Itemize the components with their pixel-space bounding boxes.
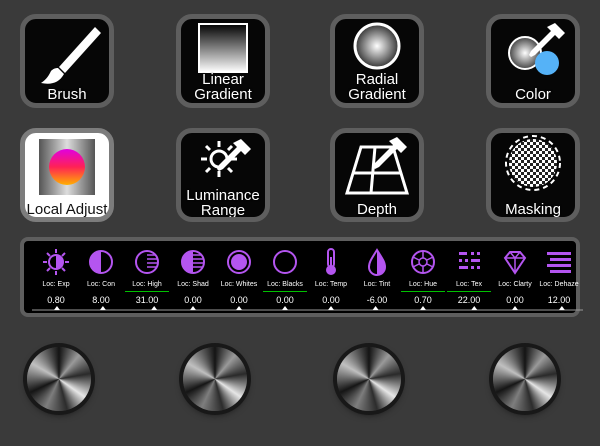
param-value: 31.00 bbox=[135, 295, 159, 305]
tool-label: Luminance Range bbox=[186, 187, 260, 219]
slider-thumb[interactable] bbox=[512, 306, 518, 310]
blacks-icon bbox=[273, 250, 297, 274]
param-loc-con[interactable]: Loc: Con 8.00 bbox=[77, 241, 125, 313]
diamond-icon bbox=[503, 251, 527, 275]
param-label: Loc: Dehaze bbox=[539, 281, 579, 288]
param-slider[interactable] bbox=[353, 306, 401, 311]
param-value: 0.00 bbox=[230, 295, 248, 305]
param-loc-dehaze[interactable]: Loc: Dehaze 12.00 bbox=[535, 241, 583, 313]
param-loc-whites[interactable]: Loc: Whites 0.00 bbox=[215, 241, 263, 313]
param-slider[interactable] bbox=[307, 306, 355, 311]
tool-label: Color Range bbox=[511, 86, 555, 103]
shadows-icon bbox=[181, 250, 205, 274]
param-slider[interactable] bbox=[535, 306, 583, 311]
contrast-icon bbox=[89, 250, 113, 274]
param-value: 0.00 bbox=[276, 295, 294, 305]
param-slider[interactable] bbox=[215, 306, 263, 311]
param-slider[interactable] bbox=[123, 306, 171, 311]
tool-label: Linear Gradient bbox=[194, 71, 252, 103]
local-adjust-parameter-strip: Loc: Exp 0.80 Loc: Con 8.00 Loc: High 31… bbox=[20, 237, 583, 317]
tool-local-adjust[interactable]: Local Adjust bbox=[20, 128, 114, 222]
param-value: 0.00 bbox=[184, 295, 202, 305]
tool-label: Brush bbox=[47, 86, 87, 103]
droplet-icon bbox=[367, 248, 387, 276]
selection-bar bbox=[263, 291, 307, 292]
exposure-icon bbox=[43, 249, 69, 275]
param-slider[interactable] bbox=[169, 306, 217, 311]
slider-thumb[interactable] bbox=[420, 306, 426, 310]
tool-luminance-range[interactable]: Luminance Range bbox=[176, 128, 270, 222]
slider-thumb[interactable] bbox=[236, 306, 242, 310]
param-value: -6.00 bbox=[366, 295, 388, 305]
param-slider[interactable] bbox=[491, 306, 539, 311]
rotary-knob-3[interactable] bbox=[337, 347, 401, 411]
tool-masking[interactable]: Masking bbox=[486, 128, 580, 222]
slider-thumb[interactable] bbox=[99, 306, 106, 310]
slider-thumb[interactable] bbox=[471, 306, 478, 310]
rotary-knob-4[interactable] bbox=[493, 347, 557, 411]
color-wheel-icon bbox=[411, 250, 435, 274]
slider-thumb[interactable] bbox=[328, 306, 334, 310]
param-slider[interactable] bbox=[77, 306, 125, 311]
tool-brush[interactable]: Brush bbox=[20, 14, 114, 108]
param-loc-hue[interactable]: Loc: Hue 0.70 bbox=[399, 241, 447, 313]
param-loc-clarty[interactable]: Loc: Clarty 0.00 bbox=[491, 241, 539, 313]
param-loc-temp[interactable]: Loc: Temp 0.00 bbox=[307, 241, 355, 313]
selection-bar bbox=[125, 291, 169, 292]
rotary-knob-2[interactable] bbox=[183, 347, 247, 411]
tool-depth-range[interactable]: Depth Range bbox=[330, 128, 424, 222]
highlights-icon bbox=[135, 250, 159, 274]
slider-thumb[interactable] bbox=[190, 306, 196, 310]
param-loc-shad[interactable]: Loc: Shad 0.00 bbox=[169, 241, 217, 313]
param-value: 8.00 bbox=[92, 295, 110, 305]
param-value: 0.70 bbox=[414, 295, 432, 305]
param-value: 12.00 bbox=[547, 295, 571, 305]
thermometer-icon bbox=[326, 248, 336, 275]
slider-thumb[interactable] bbox=[151, 306, 158, 310]
slider-thumb[interactable] bbox=[53, 306, 60, 310]
selection-bar bbox=[401, 291, 445, 292]
param-value: 0.00 bbox=[322, 295, 340, 305]
param-slider[interactable] bbox=[445, 306, 493, 311]
param-loc-tint[interactable]: Loc: Tint -6.00 bbox=[353, 241, 401, 313]
param-slider[interactable] bbox=[399, 306, 447, 311]
rotary-knob-1[interactable] bbox=[27, 347, 91, 411]
param-loc-tex[interactable]: Loc: Tex 22.00 bbox=[445, 241, 493, 313]
tool-label: Radial Gradient bbox=[348, 71, 406, 103]
tool-linear-gradient[interactable]: Linear Gradient bbox=[176, 14, 270, 108]
tool-radial-gradient[interactable]: Radial Gradient bbox=[330, 14, 424, 108]
param-value: 22.00 bbox=[457, 295, 481, 305]
tool-label: Local Adjust bbox=[26, 201, 108, 218]
slider-thumb[interactable] bbox=[558, 306, 565, 310]
whites-icon bbox=[227, 250, 251, 274]
param-loc-high[interactable]: Loc: High 31.00 bbox=[123, 241, 171, 313]
slider-thumb[interactable] bbox=[282, 306, 288, 310]
param-loc-exp[interactable]: Loc: Exp 0.80 bbox=[32, 241, 80, 313]
tool-label: Depth Range bbox=[356, 201, 398, 218]
texture-icon bbox=[459, 252, 480, 269]
param-loc-blacks[interactable]: Loc: Blacks 0.00 bbox=[261, 241, 309, 313]
dehaze-icon bbox=[547, 252, 571, 273]
tool-label: Masking bbox=[505, 201, 561, 218]
slider-thumb[interactable] bbox=[372, 306, 379, 310]
param-slider[interactable] bbox=[32, 306, 80, 311]
selection-bar bbox=[447, 291, 491, 292]
tool-color-range[interactable]: Color Range bbox=[486, 14, 580, 108]
param-slider[interactable] bbox=[261, 306, 309, 311]
